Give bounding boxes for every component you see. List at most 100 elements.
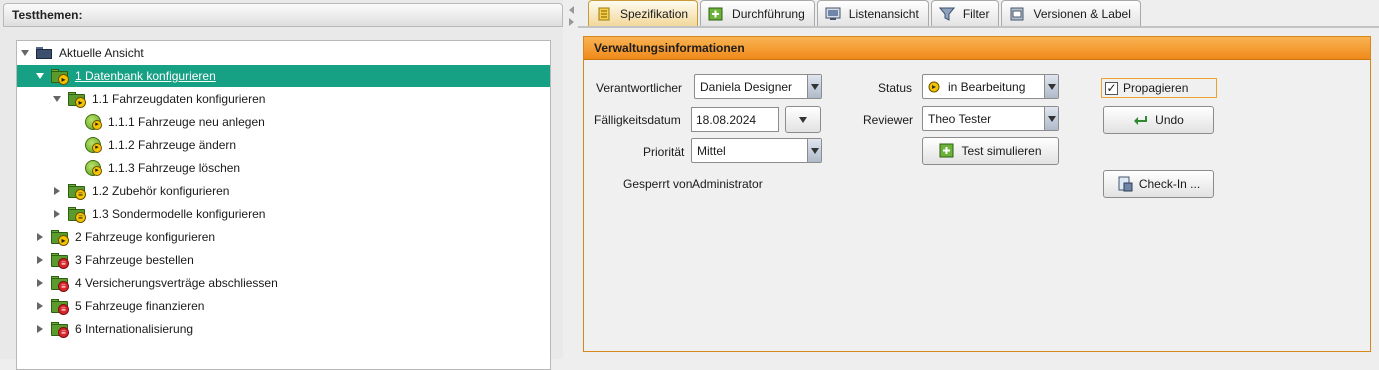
collapse-right-icon[interactable] [568, 18, 574, 26]
expand-right-icon[interactable] [34, 300, 46, 312]
folder-pause-icon: ▸ [50, 229, 70, 246]
undo-button[interactable]: Undo [1103, 106, 1214, 134]
folder-red-icon: ≡ [50, 252, 70, 269]
chevron-down-icon[interactable] [807, 75, 821, 98]
responsible-select[interactable]: Daniela Designer [694, 74, 822, 99]
folder-red-icon: ≡ [50, 298, 70, 315]
tree-node-label: 6 Internationalisierung [75, 322, 194, 336]
in-progress-status-icon [928, 81, 940, 93]
undo-icon [1133, 113, 1149, 127]
tab-spezifikation[interactable]: Spezifikation [588, 0, 699, 27]
tree-node[interactable]: ▸ 2 Fahrzeuge konfigurieren [17, 226, 550, 248]
expand-right-icon[interactable] [34, 231, 46, 243]
tab-filter[interactable]: Filter [930, 0, 1000, 26]
tree-node-label: 4 Versicherungsverträge abschliessen [75, 276, 278, 290]
tree-node-label: 5 Fahrzeuge finanzieren [75, 299, 205, 313]
propagate-check-icon[interactable]: ✓ [1105, 81, 1118, 95]
detail-tabs: Spezifikation Durchführung Listenansicht… [588, 0, 1143, 27]
funnel-icon [938, 7, 955, 21]
tab-label: Spezifikation [620, 7, 689, 21]
expand-down-icon[interactable] [19, 47, 31, 59]
locked-by-value: Administrator [692, 177, 763, 191]
folder-red-icon: ≡ [50, 275, 70, 292]
folder-doc-icon: ≡ [67, 206, 87, 223]
tree-node[interactable]: ▸ 1 Datenbank konfigurieren [17, 65, 550, 87]
priority-label: Priorität [643, 145, 685, 159]
reviewer-label: Reviewer [863, 113, 914, 127]
chevron-down-icon[interactable] [1044, 107, 1058, 130]
versions-icon [1009, 7, 1025, 21]
spec-list-icon [596, 7, 612, 21]
tab-label: Listenansicht [848, 6, 919, 21]
status-label: Status [878, 81, 913, 95]
testcase-icon: ▸ [84, 136, 102, 154]
check-in-button[interactable]: Check-In ... [1103, 170, 1214, 198]
view-icon [35, 46, 53, 60]
reviewer-select[interactable]: Theo Tester [922, 106, 1059, 131]
tree-node-label: 1.1.1 Fahrzeuge neu anlegen [108, 115, 265, 129]
expand-down-icon[interactable] [51, 93, 63, 105]
tree-node[interactable]: ≡ 5 Fahrzeuge finanzieren [17, 295, 550, 317]
tree-node[interactable]: ≡ 3 Fahrzeuge bestellen [17, 249, 550, 271]
tree-node[interactable]: ≡ 1.3 Sondermodelle konfigurieren [17, 203, 550, 225]
tab-versionen-label[interactable]: Versionen & Label [1001, 0, 1141, 26]
tab-durchfuehrung[interactable]: Durchführung [700, 0, 815, 26]
check-in-label: Check-In ... [1138, 177, 1201, 191]
test-theme-tree[interactable]: Aktuelle Ansicht ▸ 1 Datenbank konfigurier… [16, 40, 551, 370]
tab-underline [578, 26, 1379, 28]
simulate-test-button[interactable]: Test simulieren [922, 137, 1059, 165]
chevron-down-icon[interactable] [807, 139, 821, 162]
collapse-left-icon[interactable] [568, 6, 574, 14]
simulate-icon [939, 143, 955, 159]
priority-select[interactable]: Mittel [691, 138, 822, 163]
expand-right-icon[interactable] [34, 323, 46, 335]
date-picker-button[interactable] [785, 106, 821, 133]
responsible-label: Verantwortlicher [596, 81, 683, 95]
folder-pause-icon: ▸ [50, 68, 70, 85]
expand-right-icon[interactable] [51, 208, 63, 220]
execution-icon [708, 7, 724, 21]
due-date-value: 18.08.2024 [696, 112, 757, 127]
chevron-down-icon[interactable] [1044, 75, 1058, 98]
split-pane-divider[interactable] [566, 0, 576, 359]
expand-right-icon[interactable] [34, 277, 46, 289]
tree-node[interactable]: Aktuelle Ansicht [17, 42, 550, 64]
chevron-down-icon [799, 116, 807, 123]
propagate-label: Propagieren [1123, 81, 1189, 95]
admin-info-title: Verwaltungsinformationen [584, 37, 1370, 60]
tab-label: Durchführung [732, 6, 805, 21]
expand-down-icon[interactable] [34, 70, 46, 82]
test-themes-panel: Testthemen: Aktuelle Ansicht ▸ 1 Datenbank… [0, 0, 563, 370]
tree-node-label: 1.1.2 Fahrzeuge ändern [108, 138, 237, 152]
status-value: in Bearbeitung [948, 79, 1026, 94]
status-select[interactable]: in Bearbeitung [922, 74, 1059, 99]
tree-node-label: 1.2 Zubehör konfigurieren [92, 184, 230, 198]
tree-node-label: Aktuelle Ansicht [59, 46, 144, 60]
testcase-icon: ▸ [84, 113, 102, 131]
list-view-icon [825, 7, 841, 21]
tree-node[interactable]: ≡ 4 Versicherungsverträge abschliessen [17, 272, 550, 294]
tab-label: Filter [962, 6, 990, 21]
tree-node[interactable]: ▸ 1.1 Fahrzeugdaten konfigurieren [17, 88, 550, 110]
due-date-label: Fälligkeitsdatum [594, 113, 681, 127]
tree-node-label: 1.1 Fahrzeugdaten konfigurieren [92, 92, 266, 106]
tree-node[interactable]: ▸ 1.1.3 Fahrzeuge löschen [17, 157, 550, 179]
tree-node-label: 1.3 Sondermodelle konfigurieren [92, 207, 266, 221]
tree-node[interactable]: ≡ 1.2 Zubehör konfigurieren [17, 180, 550, 202]
simulate-label: Test simulieren [961, 144, 1042, 158]
due-date-field[interactable]: 18.08.2024 [691, 107, 779, 132]
tab-listenansicht[interactable]: Listenansicht [816, 0, 929, 26]
propagate-checkbox[interactable]: ✓ Propagieren [1101, 78, 1217, 98]
expand-right-icon[interactable] [34, 254, 46, 266]
tree-node-label: 3 Fahrzeuge bestellen [75, 253, 194, 267]
responsible-value: Daniela Designer [700, 79, 793, 94]
expand-right-icon[interactable] [51, 185, 63, 197]
tree-node[interactable]: ▸ 1.1.2 Fahrzeuge ändern [17, 134, 550, 156]
tree-node[interactable]: ≡ 6 Internationalisierung [17, 318, 550, 340]
admin-info-panel: Verwaltungsinformationen Verantwortliche… [583, 36, 1371, 352]
locked-by-label: Gesperrt von [623, 177, 693, 191]
tree-node[interactable]: ▸ 1.1.1 Fahrzeuge neu anlegen [17, 111, 550, 133]
